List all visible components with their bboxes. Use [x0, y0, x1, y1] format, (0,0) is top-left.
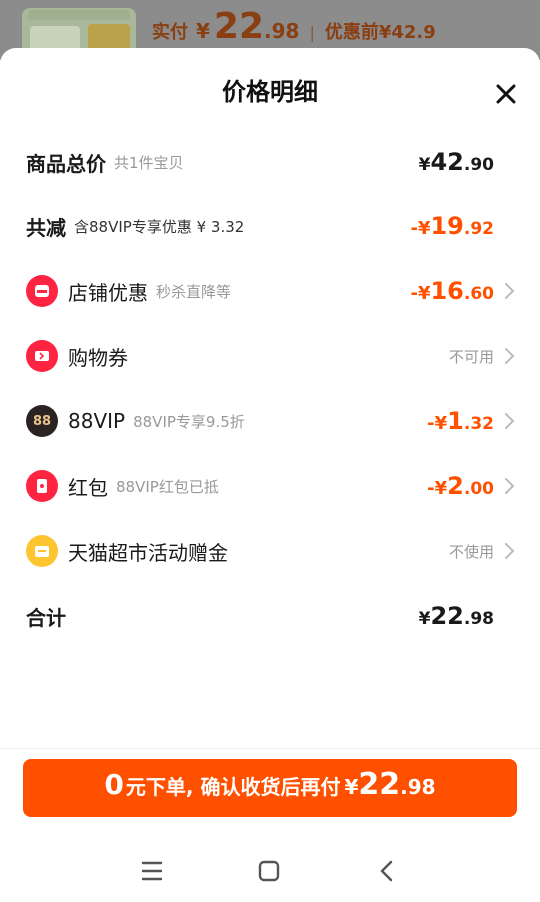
- chevron-right-icon: [505, 413, 515, 429]
- store-discount-amount: -¥ 16 .60: [410, 269, 494, 313]
- amount-dec: .92: [463, 219, 494, 239]
- footer-divider: [0, 748, 540, 749]
- price-detail-sheet: 价格明细 商品总价 共1件宝贝 ¥ 42 .90 共减 含88VIP专享优惠 ¥…: [0, 48, 540, 902]
- amount-currency: -¥: [427, 413, 448, 434]
- row-store-discount[interactable]: 店铺优惠 秒杀直降等 -¥ 16 .60: [26, 269, 520, 313]
- row-red-packet[interactable]: 红包 88VIP红包已抵 -¥ 2 .00: [26, 464, 520, 508]
- cta-zero: 0: [104, 768, 124, 801]
- close-icon: [496, 84, 516, 104]
- amount-dec: .00: [463, 479, 494, 499]
- cta-currency: ¥: [344, 775, 359, 799]
- pay-label: 实付: [152, 22, 188, 43]
- bonus-status: 不使用: [448, 542, 494, 561]
- amount-int: 16: [430, 277, 464, 305]
- amount-currency: -¥: [410, 283, 431, 304]
- amount-dec: .32: [463, 414, 494, 434]
- sum-amount: ¥ 22 .98: [419, 594, 494, 638]
- pay-amount-int: 22: [213, 6, 265, 47]
- red-packet-amount: -¥ 2 .00: [427, 464, 494, 508]
- reduction-note: 含88VIP专享优惠 ¥ 3.32: [74, 217, 245, 236]
- red-packet-note: 88VIP红包已抵: [116, 477, 219, 496]
- amount-int: 22: [430, 602, 464, 630]
- red-packet-icon: [26, 470, 58, 502]
- amount-int: 42: [430, 148, 464, 176]
- back-chevron-icon: [380, 860, 393, 882]
- coupon-label: 购物券: [68, 345, 128, 370]
- amount-currency: -¥: [427, 478, 448, 499]
- row-sum: 合计 ¥ 22 .98: [26, 594, 520, 638]
- chevron-right-icon: [505, 348, 515, 364]
- chevron-right-icon: [505, 478, 515, 494]
- amount-dec: .90: [463, 155, 494, 175]
- chevron-right-icon: [505, 543, 515, 559]
- pay-summary: 实付 ¥ 22 .98 | 优惠前¥42.9: [152, 6, 436, 50]
- vip-label: 88VIP: [68, 409, 126, 433]
- row-shopping-coupon[interactable]: 购物券 不可用: [26, 334, 520, 378]
- vip-note: 88VIP专享9.5折: [133, 412, 245, 431]
- bonus-status-wrap: 不使用: [449, 529, 494, 573]
- close-button[interactable]: [488, 76, 524, 112]
- bonus-label: 天猫超市活动赠金: [68, 540, 228, 565]
- amount-currency: ¥: [418, 155, 431, 175]
- home-button[interactable]: [249, 856, 289, 886]
- amount-int: 2: [447, 472, 464, 500]
- original-price: 优惠前¥42.9: [324, 22, 436, 43]
- order-now-pay-later-button[interactable]: 0 元下单, 确认收货后再付 ¥ 22 .98: [23, 759, 517, 817]
- coupon-status-wrap: 不可用: [449, 334, 494, 378]
- vip-amount: -¥ 1 .32: [427, 399, 494, 443]
- row-tmall-bonus[interactable]: 天猫超市活动赠金 不使用: [26, 529, 520, 573]
- ticket-icon: [26, 340, 58, 372]
- reduction-label: 共减: [26, 215, 66, 240]
- chevron-right-icon: [505, 283, 515, 299]
- sheet-title: 价格明细: [222, 78, 318, 106]
- amount-dec: .60: [463, 284, 494, 304]
- vip88-icon: 88: [26, 405, 58, 437]
- red-packet-label: 红包: [68, 475, 108, 500]
- goods-total-label: 商品总价: [26, 151, 106, 176]
- pay-separator: |: [309, 23, 315, 42]
- cta-amount-int: 22: [358, 767, 401, 802]
- amount-currency: ¥: [418, 609, 431, 629]
- reduction-amount: -¥ 19 .92: [410, 204, 494, 248]
- pay-amount-dec: .98: [264, 19, 300, 43]
- cta-amount-dec: .98: [400, 775, 436, 799]
- pay-currency: ¥: [196, 19, 210, 43]
- amount-int: 19: [430, 212, 464, 240]
- home-square-icon: [258, 860, 280, 882]
- coupon-status: 不可用: [448, 347, 494, 366]
- amount-currency: -¥: [410, 218, 431, 239]
- goods-total-amount: ¥ 42 .90: [419, 140, 494, 184]
- back-button[interactable]: [367, 856, 407, 886]
- wallet-icon: [26, 535, 58, 567]
- menu-button[interactable]: [132, 856, 172, 886]
- amount-int: 1: [447, 407, 464, 435]
- row-goods-total: 商品总价 共1件宝贝 ¥ 42 .90: [26, 140, 520, 184]
- menu-icon: [141, 861, 163, 881]
- store-icon: [26, 275, 58, 307]
- row-88vip[interactable]: 88 88VIP 88VIP专享9.5折 -¥ 1 .32: [26, 399, 520, 443]
- row-total-reduction: 共减 含88VIP专享优惠 ¥ 3.32 -¥ 19 .92: [26, 204, 520, 248]
- store-discount-note: 秒杀直降等: [156, 282, 232, 301]
- amount-dec: .98: [463, 609, 494, 629]
- goods-total-count: 共1件宝贝: [114, 153, 184, 172]
- store-discount-label: 店铺优惠: [68, 280, 148, 305]
- cta-text: 元下单, 确认收货后再付: [125, 775, 341, 799]
- thumbnail-caption-bar: [28, 10, 130, 20]
- system-nav-bar: [0, 842, 540, 902]
- sum-label: 合计: [26, 605, 66, 630]
